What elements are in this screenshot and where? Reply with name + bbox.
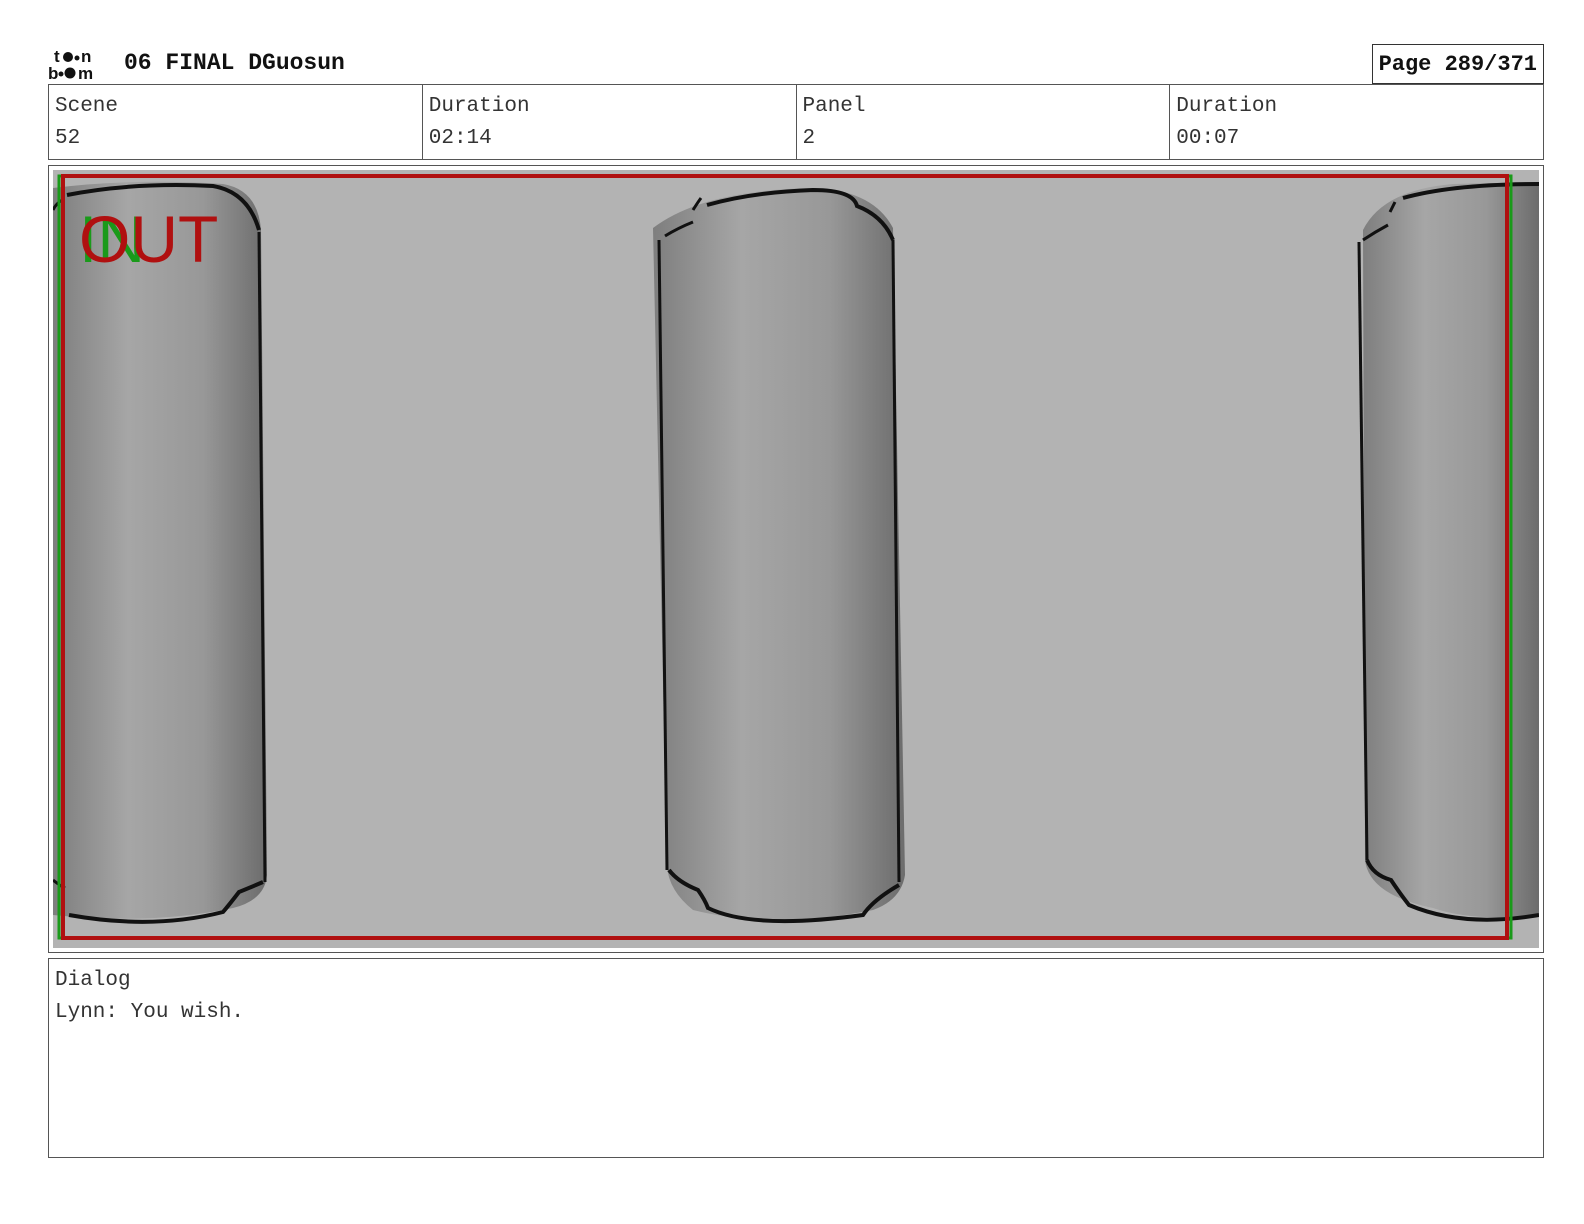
svg-text:m: m	[78, 64, 93, 82]
panel-duration-value: 00:07	[1176, 127, 1240, 150]
scene-cell: Scene 52	[49, 85, 423, 159]
out-marker: OUT	[79, 202, 218, 276]
panel-duration-cell: Duration 00:07	[1170, 85, 1543, 159]
page-header: t n b m 06 FINAL DGuosun Page 289/371	[48, 44, 1544, 84]
storyboard-panel: IN OUT	[48, 165, 1544, 953]
scene-label: Scene	[55, 95, 119, 118]
dialog-label: Dialog	[55, 969, 131, 992]
panel-drawing: IN OUT	[53, 170, 1539, 948]
scene-duration-value: 02:14	[428, 127, 492, 150]
panel-label: Panel	[802, 95, 866, 118]
dialog-box: Dialog Lynn: You wish.	[48, 958, 1544, 1158]
dialog-text: Lynn: You wish.	[55, 1001, 245, 1024]
project-title: 06 FINAL DGuosun	[124, 50, 345, 76]
svg-text:b: b	[48, 64, 58, 82]
toon-boom-logo: t n b m	[48, 48, 93, 82]
column-left	[53, 181, 267, 924]
scene-value: 52	[55, 127, 81, 150]
column-middle	[653, 187, 905, 924]
page-number: Page 289/371	[1371, 44, 1544, 84]
panel-duration-label: Duration	[1176, 95, 1278, 118]
scene-duration-label: Duration	[428, 95, 530, 118]
panel-cell: Panel 2	[797, 85, 1171, 159]
panel-info-row: Scene 52 Duration 02:14 Panel 2 Duration…	[48, 84, 1544, 160]
panel-value: 2	[802, 127, 816, 150]
scene-duration-cell: Duration 02:14	[423, 85, 797, 159]
